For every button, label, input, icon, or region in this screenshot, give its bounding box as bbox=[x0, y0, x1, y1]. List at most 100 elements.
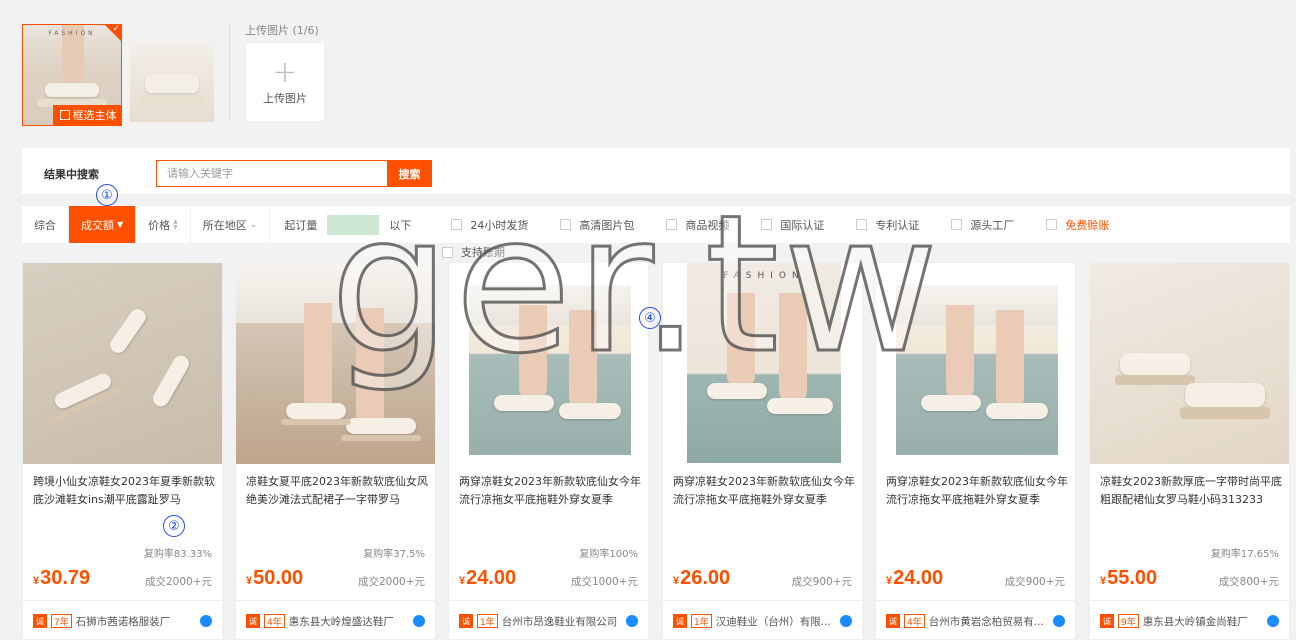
product-price: ¥26.00 bbox=[673, 567, 730, 590]
sort-transaction-label: 成交额 bbox=[81, 218, 114, 232]
checkbox-filters: 24小时发货 高清图片包 商品视频 国际认证 专利认证 源头工厂 免费赊账 bbox=[451, 217, 1141, 233]
credit-badge-icon: 诚 bbox=[246, 614, 260, 628]
product-title[interactable]: 两穿凉鞋女2023年新款软底仙女今年流行凉拖女平底拖鞋外穿女夏季 bbox=[459, 473, 641, 509]
chat-icon[interactable] bbox=[200, 615, 212, 627]
transaction-amount: 成交2000+元 bbox=[144, 576, 212, 588]
product-card[interactable]: 凉鞋女夏平底2023年新款软底仙女风绝美沙滩法式配裙子一字带罗马 复购率37.5… bbox=[235, 262, 436, 640]
credit-badge-icon: 诚 bbox=[1100, 614, 1114, 628]
filter-intl-cert[interactable]: 国际认证 bbox=[761, 217, 824, 233]
product-image[interactable] bbox=[23, 263, 222, 464]
product-price: ¥24.00 bbox=[459, 567, 516, 590]
sort-transaction-volume[interactable]: 成交额 ▼ bbox=[69, 206, 137, 243]
shop-info: 诚 9年 惠东县大岭镇金尚鞋厂 bbox=[1090, 600, 1289, 640]
years-badge: 1年 bbox=[477, 614, 498, 628]
product-title[interactable]: 凉鞋女2023新款厚底一字带时尚平底粗跟配裙仙女罗马鞋小码313233 bbox=[1100, 473, 1282, 509]
product-card[interactable]: FASHION 两穿凉鞋女2023年新款软底仙女今年流行凉拖女平底拖鞋外穿女夏季… bbox=[662, 262, 863, 640]
shop-name-link[interactable]: 石狮市茜诺格服装厂 bbox=[76, 614, 191, 629]
keyword-search-input[interactable] bbox=[156, 160, 388, 187]
years-badge: 1年 bbox=[691, 614, 712, 628]
select-main-body-button[interactable]: 框选主体 bbox=[53, 105, 121, 125]
upload-image-button[interactable]: + 上传图片 bbox=[245, 42, 325, 122]
shop-name-link[interactable]: 惠东县大岭镇金尚鞋厂 bbox=[1143, 614, 1258, 629]
checkbox[interactable] bbox=[451, 219, 463, 230]
transaction-amount: 成交900+元 bbox=[1004, 576, 1065, 588]
checkbox[interactable] bbox=[951, 219, 963, 230]
sort-price[interactable]: 价格 ▲ ▼ bbox=[136, 206, 191, 243]
checkbox-label: 源头工厂 bbox=[970, 218, 1015, 232]
uploaded-image-thumb[interactable] bbox=[130, 42, 214, 122]
annotation-1: ① bbox=[96, 184, 118, 206]
filter-hd-images[interactable]: 高清图片包 bbox=[560, 217, 634, 233]
product-image[interactable]: FASHION bbox=[663, 263, 862, 464]
product-title[interactable]: 两穿凉鞋女2023年新款软底仙女今年流行凉拖女平底拖鞋外穿女夏季 bbox=[673, 473, 855, 509]
currency-symbol: ¥ bbox=[673, 575, 680, 587]
sandal-photo-2 bbox=[130, 42, 214, 122]
product-image[interactable] bbox=[1090, 263, 1289, 464]
sort-comprehensive[interactable]: 综合 bbox=[22, 206, 69, 243]
years-badge: 4年 bbox=[904, 614, 925, 628]
annotation-4: ④ bbox=[639, 307, 661, 329]
checkbox[interactable] bbox=[442, 246, 453, 258]
shop-name-link[interactable]: 台州市黄岩念柏贸易有... bbox=[929, 614, 1044, 629]
checkbox[interactable] bbox=[761, 219, 773, 230]
repurchase-rate: 复购率83.33% bbox=[143, 549, 212, 560]
product-card[interactable]: 凉鞋女2023新款厚底一字带时尚平底粗跟配裙仙女罗马鞋小码313233 复购率1… bbox=[1089, 262, 1290, 640]
credit-badge-icon: 诚 bbox=[459, 614, 473, 628]
price-value: 55.00 bbox=[1107, 567, 1158, 589]
price-value: 24.00 bbox=[893, 567, 944, 589]
search-in-results-bar: 结果中搜索 搜索 bbox=[22, 148, 1290, 194]
chat-icon[interactable] bbox=[840, 615, 852, 627]
product-price: ¥55.00 bbox=[1100, 567, 1157, 590]
plus-icon: + bbox=[272, 55, 298, 90]
product-card[interactable]: 跨境小仙女凉鞋女2023年夏季新款软底沙滩鞋女ins潮平底露趾罗马 复购率83.… bbox=[22, 262, 223, 640]
filter-payment-terms[interactable]: 支持账期 bbox=[442, 244, 505, 260]
product-title[interactable]: 两穿凉鞋女2023年新款软底仙女今年流行凉拖女平底拖鞋外穿女夏季 bbox=[886, 473, 1068, 509]
transaction-amount: 成交800+元 bbox=[1218, 576, 1279, 588]
product-title[interactable]: 凉鞋女夏平底2023年新款软底仙女风绝美沙滩法式配裙子一字带罗马 bbox=[246, 473, 428, 509]
sort-arrows-icon: ▲ ▼ bbox=[173, 217, 178, 231]
chat-icon[interactable] bbox=[1267, 615, 1279, 627]
chat-icon[interactable] bbox=[626, 615, 638, 627]
product-image[interactable] bbox=[876, 263, 1075, 464]
checkbox[interactable] bbox=[666, 219, 678, 230]
moq-input[interactable] bbox=[327, 214, 380, 235]
currency-symbol: ¥ bbox=[459, 575, 466, 587]
product-image[interactable] bbox=[236, 263, 435, 464]
chat-icon[interactable] bbox=[413, 615, 425, 627]
image-upload-bar: FASHION ✓ 框选主体 上传图片 (1/6) + 上传图片 bbox=[0, 0, 1296, 140]
filter-24h-shipping[interactable]: 24小时发货 bbox=[451, 217, 528, 233]
checkbox[interactable] bbox=[1046, 219, 1058, 230]
shop-info: 诚 7年 石狮市茜诺格服装厂 bbox=[23, 600, 222, 640]
upload-image-label: 上传图片 bbox=[263, 92, 307, 105]
years-badge: 9年 bbox=[1118, 614, 1139, 628]
product-price: ¥30.79 bbox=[33, 567, 90, 590]
filter-region-dropdown[interactable]: 所在地区 ⌄ bbox=[191, 206, 271, 243]
checkbox[interactable] bbox=[560, 219, 572, 230]
moq-suffix: 以下 bbox=[389, 218, 412, 232]
shop-info: 诚 4年 惠东县大岭煌盛达鞋厂 bbox=[236, 600, 435, 640]
chat-icon[interactable] bbox=[1053, 615, 1065, 627]
filter-patent-cert[interactable]: 专利认证 bbox=[856, 217, 919, 233]
moq-label: 起订量 bbox=[284, 218, 318, 232]
product-price: ¥50.00 bbox=[246, 567, 303, 590]
product-title[interactable]: 跨境小仙女凉鞋女2023年夏季新款软底沙滩鞋女ins潮平底露趾罗马 bbox=[33, 473, 215, 509]
product-card[interactable]: 两穿凉鞋女2023年新款软底仙女今年流行凉拖女平底拖鞋外穿女夏季 ¥24.00 … bbox=[875, 262, 1076, 640]
filter-free-credit[interactable]: 免费赊账 bbox=[1046, 217, 1109, 233]
filter-source-factory[interactable]: 源头工厂 bbox=[951, 217, 1014, 233]
price-value: 24.00 bbox=[466, 567, 517, 589]
uploaded-image-thumb-selected[interactable]: FASHION ✓ 框选主体 bbox=[22, 24, 122, 126]
shop-name-link[interactable]: 汉迪鞋业（台州）有限... bbox=[716, 614, 831, 629]
years-badge: 4年 bbox=[264, 614, 285, 628]
filter-product-video[interactable]: 商品视频 bbox=[666, 217, 729, 233]
search-button[interactable]: 搜索 bbox=[387, 160, 432, 187]
fashion-label: FASHION bbox=[723, 271, 805, 281]
select-main-label: 框选主体 bbox=[72, 109, 117, 122]
shop-name-link[interactable]: 惠东县大岭煌盛达鞋厂 bbox=[289, 614, 404, 629]
product-card[interactable]: 两穿凉鞋女2023年新款软底仙女今年流行凉拖女平底拖鞋外穿女夏季 复购率100%… bbox=[448, 262, 649, 640]
checkbox-label: 高清图片包 bbox=[579, 218, 635, 232]
sort-comprehensive-label: 综合 bbox=[34, 218, 56, 232]
repurchase-rate: 复购率17.65% bbox=[1210, 549, 1279, 560]
checkbox[interactable] bbox=[856, 219, 868, 230]
product-image[interactable] bbox=[449, 263, 648, 464]
shop-name-link[interactable]: 台州市昂逸鞋业有限公司 bbox=[502, 614, 617, 629]
